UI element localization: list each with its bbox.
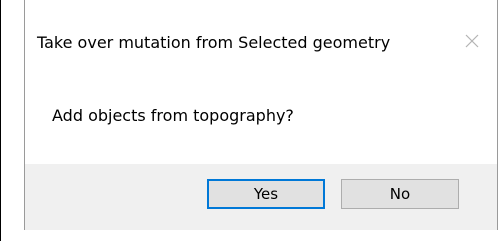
no-button[interactable]: No [341,179,459,209]
screen: Take over mutation from Selected geometr… [0,0,498,241]
close-icon [465,34,479,48]
background-window-edge [0,0,1,241]
yes-button[interactable]: Yes [207,179,325,209]
message-dialog: Take over mutation from Selected geometr… [24,0,498,230]
title-bar[interactable]: Take over mutation from Selected geometr… [25,0,497,85]
dialog-title: Take over mutation from Selected geometr… [37,33,391,52]
dialog-message: Add objects from topography? [52,106,294,125]
close-button[interactable] [461,30,483,52]
